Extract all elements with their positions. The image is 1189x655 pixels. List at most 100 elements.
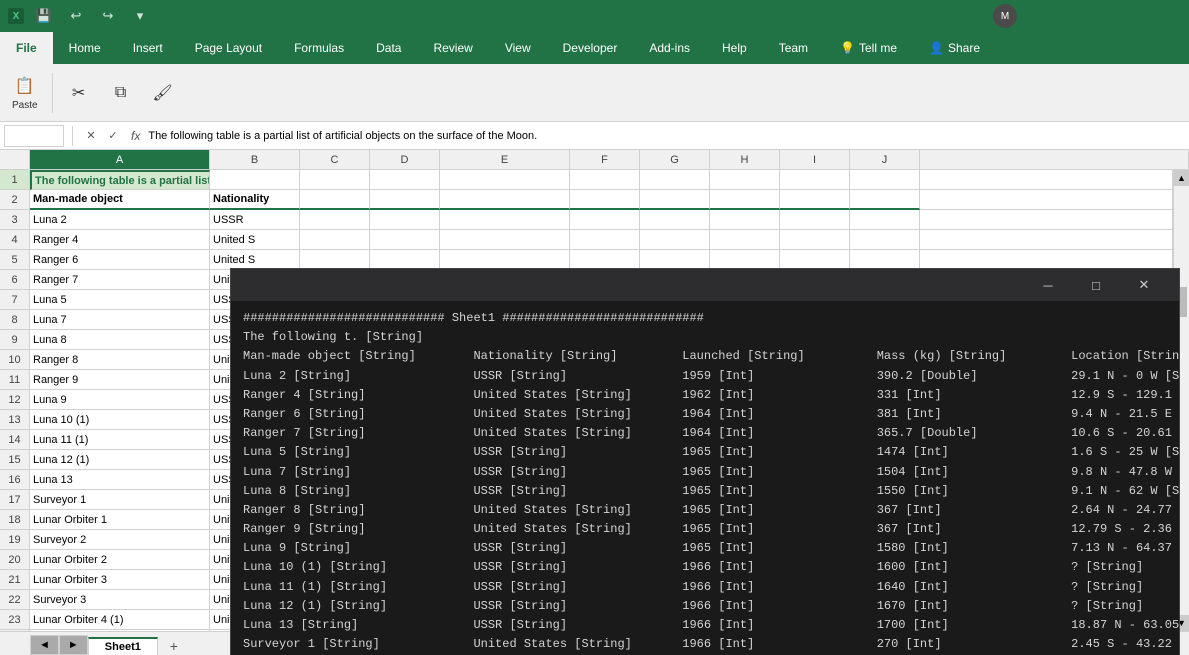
col-header-I[interactable]: I	[780, 150, 850, 170]
popup-close-btn[interactable]: ✕	[1121, 271, 1167, 299]
list-item[interactable]	[850, 190, 920, 210]
list-item[interactable]	[210, 170, 300, 190]
tab-file[interactable]: File	[0, 32, 53, 64]
list-item[interactable]	[440, 170, 570, 190]
list-item[interactable]	[780, 250, 850, 270]
copy-btn[interactable]: ⧉	[101, 77, 141, 109]
list-item[interactable]: Surveyor 1	[30, 490, 210, 510]
tab-share[interactable]: 👤Share	[913, 32, 996, 64]
list-item[interactable]	[850, 210, 920, 230]
list-item[interactable]: Luna 9	[30, 390, 210, 410]
list-item[interactable]	[370, 250, 440, 270]
list-item[interactable]: Ranger 8	[30, 350, 210, 370]
tab-team[interactable]: Team	[763, 32, 824, 64]
list-item[interactable]	[640, 230, 710, 250]
prev-sheet-btn[interactable]: ◄	[30, 635, 59, 655]
list-item[interactable]: Man-made object	[30, 190, 210, 210]
col-header-C[interactable]: C	[300, 150, 370, 170]
tab-page-layout[interactable]: Page Layout	[179, 32, 278, 64]
list-item[interactable]: Luna 7	[30, 310, 210, 330]
row-num-21[interactable]: 21	[0, 570, 29, 590]
list-item[interactable]: United S	[210, 250, 300, 270]
list-item[interactable]: Surveyor 2	[30, 530, 210, 550]
list-item[interactable]	[710, 230, 780, 250]
row-num-9[interactable]: 9	[0, 330, 29, 350]
list-item[interactable]: Ranger 7	[30, 270, 210, 290]
list-item[interactable]	[710, 190, 780, 210]
row-num-6[interactable]: 6	[0, 270, 29, 290]
row-num-18[interactable]: 18	[0, 510, 29, 530]
row-num-20[interactable]: 20	[0, 550, 29, 570]
list-item[interactable]	[850, 170, 920, 190]
list-item[interactable]	[300, 230, 370, 250]
row-num-23[interactable]: 23	[0, 610, 29, 630]
tab-review[interactable]: Review	[417, 32, 488, 64]
col-header-H[interactable]: H	[710, 150, 780, 170]
cancel-formula-btn[interactable]: ✕	[81, 126, 101, 146]
row-num-19[interactable]: 19	[0, 530, 29, 550]
row-num-4[interactable]: 4	[0, 230, 29, 250]
list-item[interactable]	[640, 210, 710, 230]
row-num-7[interactable]: 7	[0, 290, 29, 310]
confirm-formula-btn[interactable]: ✓	[103, 126, 123, 146]
add-sheet-btn[interactable]: +	[164, 637, 184, 655]
list-item[interactable]: Lunar Orbiter 4 (1)	[30, 610, 210, 630]
list-item[interactable]: The following table is a partial list of…	[30, 170, 210, 190]
user-badge[interactable]: M	[985, 2, 1031, 30]
formula-input[interactable]	[148, 130, 1185, 142]
paste-btn[interactable]: 📋 Paste	[4, 70, 46, 115]
quick-access-more[interactable]: ▾	[128, 4, 152, 28]
tab-view[interactable]: View	[489, 32, 547, 64]
list-item[interactable]	[780, 170, 850, 190]
list-item[interactable]: Luna 5	[30, 290, 210, 310]
row-num-17[interactable]: 17	[0, 490, 29, 510]
list-item[interactable]	[780, 230, 850, 250]
list-item[interactable]: Luna 8	[30, 330, 210, 350]
sheet-tab-1[interactable]: Sheet1	[88, 637, 158, 655]
popup-text-area[interactable]: ############################ Sheet1 ####…	[231, 301, 1179, 655]
list-item[interactable]: Lunar Orbiter 1	[30, 510, 210, 530]
list-item[interactable]	[440, 210, 570, 230]
tab-insert[interactable]: Insert	[117, 32, 179, 64]
row-num-10[interactable]: 10	[0, 350, 29, 370]
list-item[interactable]	[300, 250, 370, 270]
row-num-12[interactable]: 12	[0, 390, 29, 410]
col-header-B[interactable]: B	[210, 150, 300, 170]
list-item[interactable]	[570, 210, 640, 230]
row-num-15[interactable]: 15	[0, 450, 29, 470]
list-item[interactable]	[370, 230, 440, 250]
row-num-3[interactable]: 3	[0, 210, 29, 230]
list-item[interactable]	[570, 170, 640, 190]
row-num-5[interactable]: 5	[0, 250, 29, 270]
tab-data[interactable]: Data	[360, 32, 417, 64]
next-sheet-btn[interactable]: ►	[59, 635, 88, 655]
popup-minimize-btn[interactable]: ─	[1025, 271, 1071, 299]
list-item[interactable]	[710, 170, 780, 190]
list-item[interactable]: Ranger 6	[30, 250, 210, 270]
tab-help[interactable]: Help	[706, 32, 763, 64]
col-header-D[interactable]: D	[370, 150, 440, 170]
list-item[interactable]: Luna 11 (1)	[30, 430, 210, 450]
list-item[interactable]: Luna 2	[30, 210, 210, 230]
tab-add-ins[interactable]: Add-ins	[633, 32, 706, 64]
tab-formulas[interactable]: Formulas	[278, 32, 360, 64]
col-header-F[interactable]: F	[570, 150, 640, 170]
row-num-1[interactable]: 1	[0, 170, 29, 190]
row-num-16[interactable]: 16	[0, 470, 29, 490]
list-item[interactable]: Luna 13	[30, 470, 210, 490]
tab-home[interactable]: Home	[53, 32, 117, 64]
tab-tell-me[interactable]: 💡Tell me	[824, 32, 913, 64]
undo-btn[interactable]: ↩	[64, 4, 88, 28]
list-item[interactable]	[440, 190, 570, 210]
row-num-2[interactable]: 2	[0, 190, 29, 210]
list-item[interactable]	[370, 210, 440, 230]
gembox-popup[interactable]: ─ □ ✕ ############################ Sheet…	[230, 268, 1180, 655]
list-item[interactable]: Lunar Orbiter 3	[30, 570, 210, 590]
col-header-G[interactable]: G	[640, 150, 710, 170]
list-item[interactable]: Ranger 4	[30, 230, 210, 250]
save-quick-btn[interactable]: 💾	[32, 4, 56, 28]
minimize-btn[interactable]	[1039, 0, 1085, 32]
popup-maximize-btn[interactable]: □	[1073, 271, 1119, 299]
row-num-11[interactable]: 11	[0, 370, 29, 390]
list-item[interactable]	[440, 250, 570, 270]
